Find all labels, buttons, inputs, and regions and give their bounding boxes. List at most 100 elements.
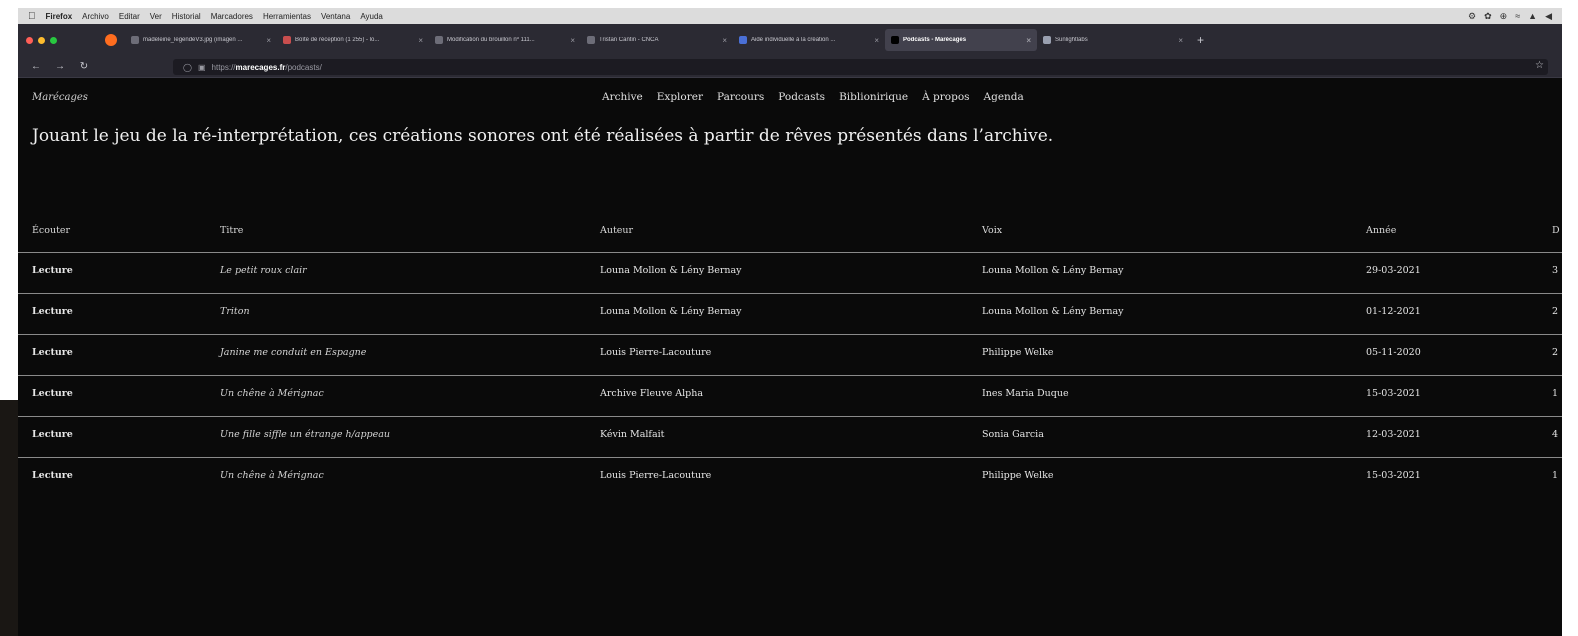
table-row: Lecture Le petit roux clair Louna Mollon…	[18, 252, 1562, 293]
tab-favicon-icon	[1043, 36, 1051, 44]
podcast-author: Kévin Malfait	[600, 429, 665, 440]
play-link[interactable]: Lecture	[32, 429, 73, 440]
os-menu-bar:  Firefox Archivo Editar Ver Historial M…	[18, 8, 1562, 24]
podcast-title[interactable]: Un chêne à Mérignac	[220, 470, 324, 481]
nav-archive[interactable]: Archive	[602, 91, 643, 103]
firefox-icon	[105, 34, 117, 46]
podcast-title[interactable]: Un chêne à Mérignac	[220, 388, 324, 399]
window-controls	[26, 36, 57, 44]
browser-tab[interactable]: madeleine_legendeV3.jpg (imagen ... ×	[125, 29, 277, 51]
url-bar[interactable]: ◯ ▣ https:// marecages.fr /podcasts/	[173, 59, 1548, 75]
play-link[interactable]: Lecture	[32, 265, 73, 276]
volume-icon[interactable]: ◀	[1545, 11, 1552, 22]
desktop-edge	[0, 400, 18, 636]
url-path: /podcasts/	[285, 62, 322, 72]
status-icons: ⚙ ✿ ⊕ ≈ ▲ ◀	[1468, 11, 1552, 22]
tab-label: Sunlightlabs	[1055, 37, 1088, 43]
menu-archivo[interactable]: Archivo	[82, 12, 109, 21]
podcast-duration: 2	[1552, 306, 1559, 317]
lock-icon[interactable]: ▣	[198, 63, 206, 72]
column-header-voix[interactable]: Voix	[982, 225, 1002, 236]
podcast-voice: Louna Mollon & Lény Bernay	[982, 306, 1124, 317]
column-header-auteur[interactable]: Auteur	[600, 225, 633, 236]
page-intro: Jouant le jeu de la ré-interprétation, c…	[32, 126, 1054, 146]
tab-favicon-icon	[739, 36, 747, 44]
column-header-ecouter[interactable]: Écouter	[32, 225, 70, 236]
close-tab-icon[interactable]: ×	[266, 36, 271, 45]
minimize-window-button[interactable]	[38, 36, 45, 44]
play-link[interactable]: Lecture	[32, 388, 73, 399]
podcast-year: 01-12-2021	[1366, 306, 1421, 317]
tab-label: madeleine_legendeV3.jpg (imagen ...	[143, 37, 243, 43]
nav-podcasts[interactable]: Podcasts	[778, 91, 825, 103]
browser-tab[interactable]: Tristan Cantin - CNCA ×	[581, 29, 733, 51]
nav-a-propos[interactable]: À propos	[922, 91, 969, 103]
eject-icon[interactable]: ▲	[1528, 11, 1537, 22]
browser-tab-active[interactable]: Podcasts - Marécages ×	[885, 29, 1037, 51]
site-logo-link[interactable]: Marécages	[32, 92, 88, 103]
menu-ayuda[interactable]: Ayuda	[360, 12, 383, 21]
nav-parcours[interactable]: Parcours	[717, 91, 764, 103]
podcast-title[interactable]: Le petit roux clair	[220, 265, 307, 276]
tracking-shield-icon[interactable]: ◯	[183, 63, 192, 72]
apple-icon[interactable]: 	[28, 11, 36, 22]
nav-explorer[interactable]: Explorer	[657, 91, 703, 103]
tab-favicon-icon	[435, 36, 443, 44]
podcast-title[interactable]: Une fille siffle un étrange h/appeau	[220, 429, 390, 440]
close-tab-icon[interactable]: ×	[1178, 36, 1183, 45]
tab-favicon-icon	[283, 36, 291, 44]
menu-ver[interactable]: Ver	[150, 12, 162, 21]
new-tab-icon[interactable]: +	[1197, 33, 1204, 47]
close-tab-icon[interactable]: ×	[722, 36, 727, 45]
menu-herramientas[interactable]: Herramientas	[263, 12, 311, 21]
close-window-button[interactable]	[26, 36, 33, 44]
menu-ventana[interactable]: Ventana	[321, 12, 350, 21]
menu-firefox[interactable]: Firefox	[46, 12, 73, 21]
podcast-duration: 2	[1552, 347, 1559, 358]
podcast-author: Louna Mollon & Lény Bernay	[600, 306, 742, 317]
table-row: Lecture Triton Louna Mollon & Lény Berna…	[18, 293, 1562, 334]
close-tab-icon[interactable]: ×	[874, 36, 879, 45]
close-tab-icon[interactable]: ×	[418, 36, 423, 45]
play-link[interactable]: Lecture	[32, 470, 73, 481]
plugin-icon[interactable]: ✿	[1484, 11, 1492, 22]
reload-icon[interactable]: ↻	[78, 61, 90, 72]
menu-editar[interactable]: Editar	[119, 12, 140, 21]
table-row: Lecture Un chêne à Mérignac Archive Fleu…	[18, 375, 1562, 416]
podcast-title[interactable]: Triton	[220, 306, 250, 317]
menu-marcadores[interactable]: Marcadores	[211, 12, 253, 21]
nav-biblionirique[interactable]: Biblionirique	[839, 91, 908, 103]
browser-tab-strip: madeleine_legendeV3.jpg (imagen ... × Bo…	[18, 24, 1562, 56]
podcast-year: 15-03-2021	[1366, 470, 1421, 481]
podcast-year: 15-03-2021	[1366, 388, 1421, 399]
column-header-titre[interactable]: Titre	[220, 225, 243, 236]
wifi-icon[interactable]: ≈	[1515, 11, 1520, 22]
bookmark-star-icon[interactable]: ☆	[1535, 60, 1544, 71]
podcast-voice: Sonia Garcia	[982, 429, 1044, 440]
browser-tab[interactable]: Boîte de réception (1 255) - lo... ×	[277, 29, 429, 51]
podcast-duration: 3	[1552, 265, 1559, 276]
nav-agenda[interactable]: Agenda	[984, 91, 1024, 103]
play-link[interactable]: Lecture	[32, 306, 73, 317]
podcast-year: 05-11-2020	[1366, 347, 1421, 358]
podcast-duration: 4	[1552, 429, 1559, 440]
podcast-title[interactable]: Janine me conduit en Espagne	[220, 347, 366, 358]
back-icon[interactable]: ←	[30, 61, 42, 72]
browser-tab[interactable]: Modification du brouillon nº 111... ×	[429, 29, 581, 51]
browser-tab[interactable]: Aide individuelle à la création ... ×	[733, 29, 885, 51]
menu-historial[interactable]: Historial	[172, 12, 201, 21]
podcast-voice: Philippe Welke	[982, 347, 1054, 358]
browser-tab[interactable]: Sunlightlabs ×	[1037, 29, 1189, 51]
column-header-duree[interactable]: D	[1552, 225, 1560, 236]
podcast-author: Louis Pierre-Lacouture	[600, 347, 712, 358]
settings-icon[interactable]: ⊕	[1500, 11, 1508, 22]
zoom-window-button[interactable]	[50, 36, 57, 44]
play-link[interactable]: Lecture	[32, 347, 73, 358]
podcast-year: 12-03-2021	[1366, 429, 1421, 440]
close-tab-icon[interactable]: ×	[570, 36, 575, 45]
tab-favicon-icon	[891, 36, 899, 44]
column-header-annee[interactable]: Année	[1366, 225, 1396, 236]
close-tab-icon[interactable]: ×	[1026, 36, 1031, 45]
extension-icon[interactable]: ⚙	[1468, 11, 1476, 22]
forward-icon[interactable]: →	[54, 61, 66, 72]
